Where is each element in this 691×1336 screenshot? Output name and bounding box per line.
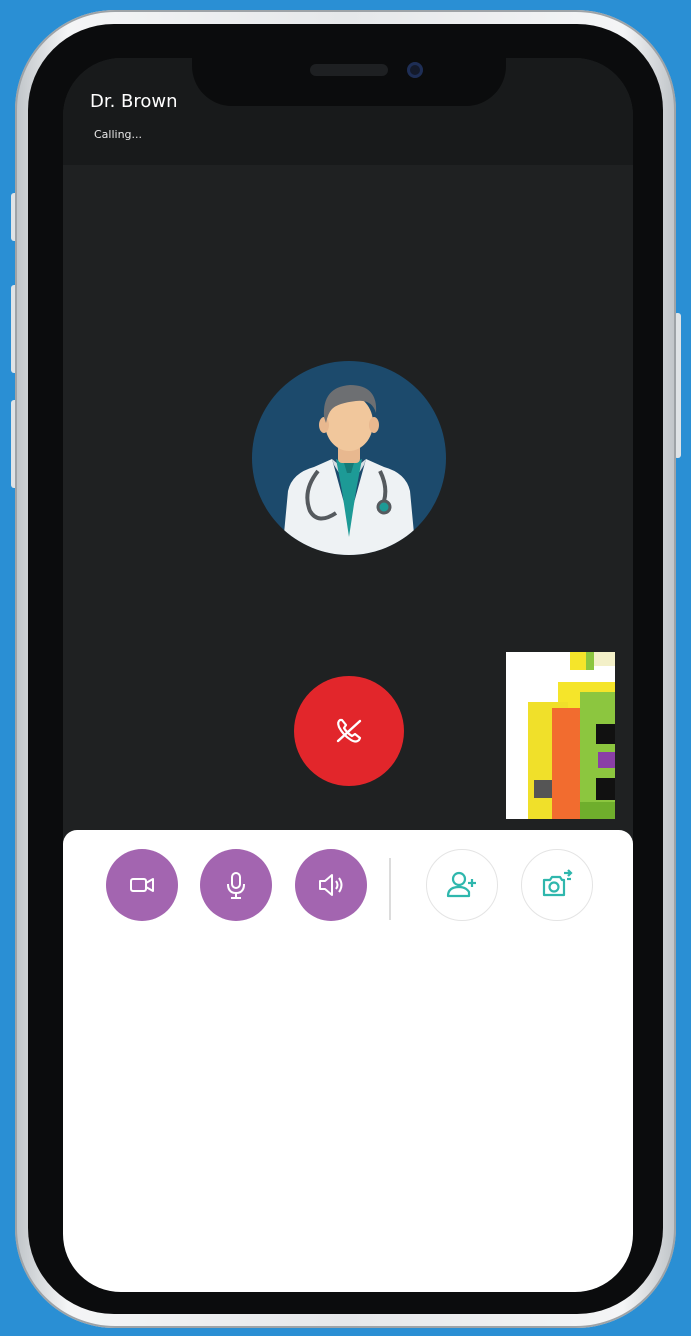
switch-camera-icon: [542, 869, 573, 897]
add-user-icon: [446, 871, 476, 898]
self-video-feed: [506, 652, 615, 819]
self-video-preview[interactable]: [506, 652, 615, 819]
add-participant-button[interactable]: [426, 849, 498, 921]
switch-camera-button[interactable]: [521, 849, 593, 921]
front-camera: [407, 62, 423, 78]
speaker-icon: [319, 874, 343, 896]
speaker-toggle-button[interactable]: [295, 849, 367, 921]
video-camera-icon: [130, 878, 154, 892]
doctor-avatar-icon: [282, 385, 416, 555]
end-call-icon: [336, 718, 362, 743]
end-call-button[interactable]: [294, 676, 404, 786]
caller-avatar: [252, 361, 446, 555]
earpiece-speaker: [310, 64, 388, 76]
microphone-icon: [227, 872, 245, 899]
caller-name: Dr. Brown: [90, 91, 178, 112]
call-status: Calling...: [94, 128, 143, 141]
microphone-toggle-button[interactable]: [200, 849, 272, 921]
video-toggle-button[interactable]: [106, 849, 178, 921]
controls-divider: [389, 858, 391, 920]
